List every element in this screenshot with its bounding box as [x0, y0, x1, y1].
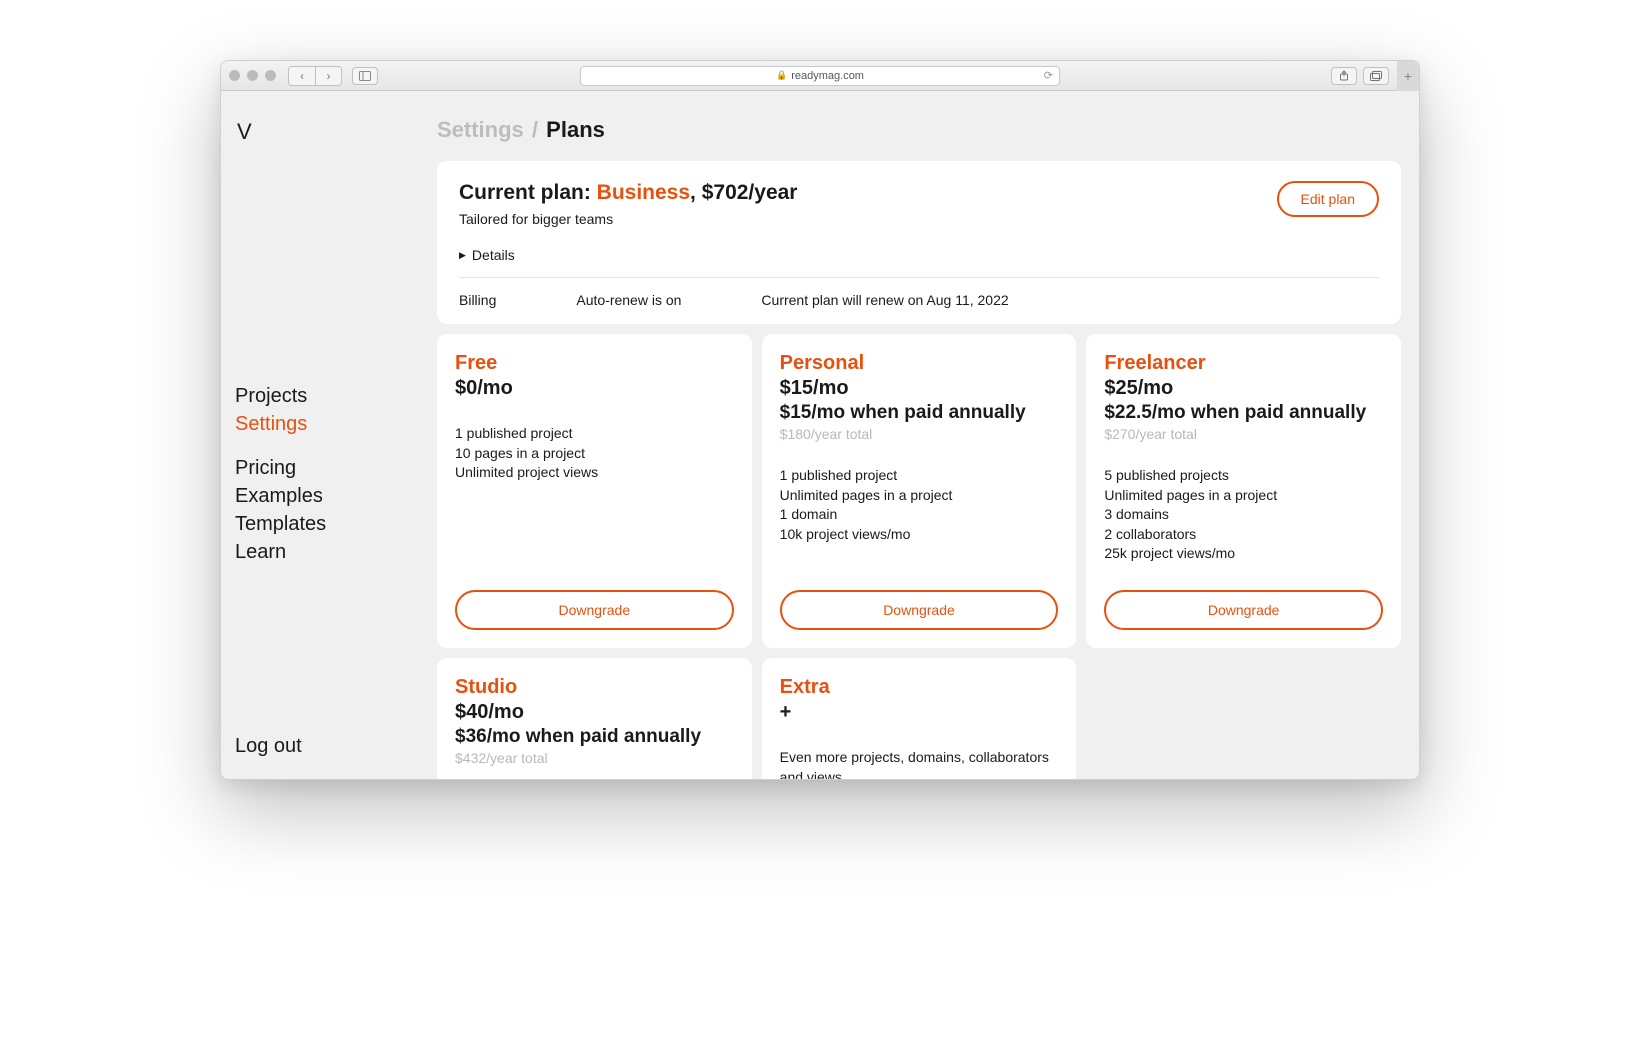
sidebar-item-examples[interactable]: Examples [235, 483, 431, 509]
plan-feature: 10 pages in a project [455, 444, 734, 464]
sidebar-nav: Projects Settings Pricing Examples Templ… [235, 383, 431, 565]
plan-feature: 1 published project [780, 466, 1059, 486]
back-button[interactable]: ‹ [289, 67, 315, 85]
billing-label: Billing [459, 292, 496, 308]
current-plan-line: Current plan: Business, $702/year [459, 181, 797, 205]
plan-card-studio: Studio $40/mo $36/mo when paid annually … [437, 658, 752, 779]
lock-icon: 🔒 [776, 70, 787, 81]
plan-annual-price: $22.5/mo when paid annually [1104, 402, 1383, 424]
plan-annual-price: $15/mo when paid annually [780, 402, 1059, 424]
plan-features: 5 published projects Unlimited pages in … [1104, 466, 1383, 564]
plan-card-freelancer: Freelancer $25/mo $22.5/mo when paid ann… [1086, 334, 1401, 648]
current-plan-panel: Current plan: Business, $702/year Tailor… [437, 161, 1401, 324]
tabs-overview-icon[interactable] [1363, 67, 1389, 85]
plan-feature: 2 collaborators [1104, 525, 1383, 545]
sidebar-toggle-icon[interactable] [352, 67, 378, 85]
auto-renew-label: Auto-renew is on [576, 292, 681, 308]
sidebar-item-projects[interactable]: Projects [235, 383, 431, 409]
edit-plan-button[interactable]: Edit plan [1277, 181, 1379, 217]
plan-annual-total: $270/year total [1104, 426, 1383, 442]
share-icon[interactable] [1331, 67, 1357, 85]
maximize-window-icon[interactable] [265, 70, 276, 81]
breadcrumb-parent[interactable]: Settings [437, 117, 524, 142]
current-plan-prefix: Current plan: [459, 181, 597, 204]
plan-card-free: Free $0/mo 1 published project 10 pages … [437, 334, 752, 648]
plan-feature: Unlimited project views [455, 463, 734, 483]
renew-date-text: Current plan will renew on Aug 11, 2022 [761, 292, 1008, 308]
plan-price: $0/mo [455, 377, 734, 400]
browser-toolbar: ‹ › 🔒 readymag.com ⟳ + [221, 61, 1419, 91]
plan-card-extra: Extra + Even more projects, domains, col… [762, 658, 1077, 779]
plan-feature: 25k project views/mo [1104, 544, 1383, 564]
plan-title: Freelancer [1104, 352, 1383, 375]
billing-row: Billing Auto-renew is on Current plan wi… [459, 277, 1379, 308]
app-body: V Projects Settings Pricing Examples Tem… [221, 91, 1419, 779]
reload-icon[interactable]: ⟳ [1044, 69, 1053, 82]
plans-grid: Free $0/mo 1 published project 10 pages … [437, 334, 1401, 779]
current-plan-subtitle: Tailored for bigger teams [459, 211, 797, 227]
sidebar-item-pricing[interactable]: Pricing [235, 455, 431, 481]
logout-link[interactable]: Log out [235, 733, 431, 759]
plan-feature: Unlimited pages in a project [780, 486, 1059, 506]
plan-title: Personal [780, 352, 1059, 375]
plan-price: $15/mo [780, 377, 1059, 400]
plan-title: Free [455, 352, 734, 375]
plan-feature: 5 published projects [1104, 466, 1383, 486]
plan-features: 1 published project 10 pages in a projec… [455, 424, 734, 483]
traffic-lights [229, 70, 276, 81]
details-label: Details [472, 247, 515, 263]
minimize-window-icon[interactable] [247, 70, 258, 81]
plan-features: 1 published project Unlimited pages in a… [780, 466, 1059, 544]
url-host: readymag.com [791, 70, 864, 82]
breadcrumb-current: Plans [546, 117, 605, 142]
forward-button[interactable]: › [315, 67, 341, 85]
plan-feature: 1 published project [455, 424, 734, 444]
extra-description: Even more projects, domains, collaborato… [780, 748, 1059, 779]
plan-annual-total: $180/year total [780, 426, 1059, 442]
details-toggle[interactable]: Details [459, 247, 1379, 263]
downgrade-button[interactable]: Downgrade [780, 590, 1059, 630]
browser-window: ‹ › 🔒 readymag.com ⟳ + V Projects [220, 60, 1420, 780]
main-content: Settings / Plans Current plan: Business,… [431, 91, 1419, 779]
sidebar-item-learn[interactable]: Learn [235, 539, 431, 565]
breadcrumb: Settings / Plans [437, 117, 1401, 143]
plan-feature: 1 domain [780, 505, 1059, 525]
current-plan-price: , $702/year [690, 181, 797, 204]
plan-annual-total: $432/year total [455, 750, 734, 766]
plan-title: Extra [780, 676, 1059, 699]
plan-feature: 3 domains [1104, 505, 1383, 525]
plan-feature: Unlimited pages in a project [1104, 486, 1383, 506]
plan-annual-price: $36/mo when paid annually [455, 726, 734, 748]
downgrade-button[interactable]: Downgrade [1104, 590, 1383, 630]
sidebar-footer: Log out [235, 733, 431, 759]
nav-buttons: ‹ › [288, 66, 342, 86]
sidebar: V Projects Settings Pricing Examples Tem… [221, 91, 431, 779]
toolbar-right: + [1331, 61, 1411, 91]
downgrade-button[interactable]: Downgrade [455, 590, 734, 630]
current-plan-name: Business [597, 181, 690, 204]
plan-title: Studio [455, 676, 734, 699]
close-window-icon[interactable] [229, 70, 240, 81]
url-bar[interactable]: 🔒 readymag.com ⟳ [580, 66, 1060, 86]
plan-feature: 10k project views/mo [780, 525, 1059, 545]
plan-price: $40/mo [455, 701, 734, 724]
plan-price: $25/mo [1104, 377, 1383, 400]
sidebar-item-settings[interactable]: Settings [235, 411, 431, 437]
new-tab-button[interactable]: + [1397, 61, 1419, 91]
sidebar-item-templates[interactable]: Templates [235, 511, 431, 537]
breadcrumb-separator: / [532, 117, 538, 142]
logo[interactable]: V [237, 119, 431, 155]
plan-card-personal: Personal $15/mo $15/mo when paid annuall… [762, 334, 1077, 648]
extra-plus-icon: + [780, 701, 1059, 724]
